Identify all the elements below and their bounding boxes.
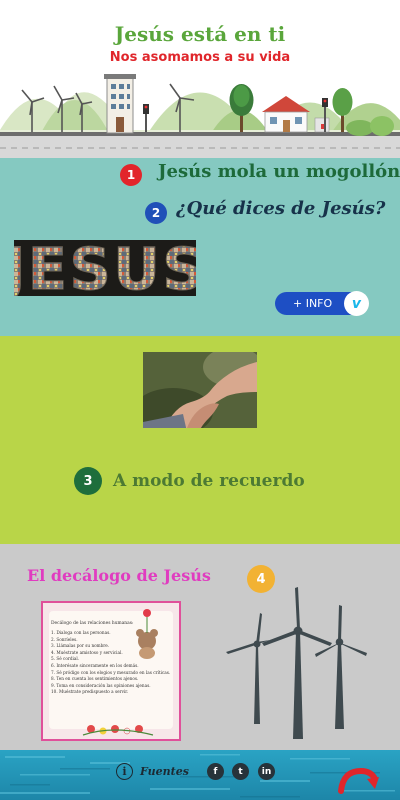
jesus-collage-text: JESUS: [14, 240, 196, 296]
landscape-illustration: [0, 74, 400, 158]
header-banner: Jesús está en ti Nos asomamos a su vida: [0, 0, 400, 158]
page-title: Jesús está en ti: [114, 22, 286, 46]
decalogo-image[interactable]: Decálogo de las relaciones humanas: 1. D…: [41, 601, 181, 741]
heading-jesus-mola[interactable]: Jesús mola un mogollón: [158, 161, 400, 182]
decalogo-list: 1. Dialoga con las personas. 2. Sonríele…: [51, 630, 173, 696]
decalogo-item: 9. Toma en consideración las opiniones a…: [51, 682, 151, 688]
heading-a-modo-de-recuerdo[interactable]: A modo de recuerdo: [113, 471, 305, 491]
decalogo-item: 2. Sonríeles.: [51, 636, 78, 642]
decalogo-title: Decálogo de las relaciones humanas:: [51, 621, 134, 626]
page-subtitle: Nos asomamos a su vida: [109, 50, 291, 65]
badge-number-1: 1: [120, 164, 142, 186]
linkedin-icon[interactable]: in: [258, 763, 275, 780]
heading-que-dices[interactable]: ¿Qué dices de Jesús?: [176, 198, 385, 219]
heading-decalogo[interactable]: El decálogo de Jesús: [27, 566, 211, 585]
footer-bar: i Fuentes f t in: [0, 750, 400, 800]
decalogo-item: 6. Interésate sinceramente en los demás.: [51, 662, 139, 668]
section-decalogo: El decálogo de Jesús 4 Decálogo de las r…: [0, 544, 400, 750]
badge-number-2: 2: [145, 202, 167, 224]
decalogo-item: 8. Ten en cuenta los sentimientos ajenos…: [51, 676, 139, 682]
jesus-collage-image[interactable]: JESUS: [14, 240, 196, 296]
decalogo-item: 3. Llámalas por su nombre.: [51, 643, 110, 649]
wind-turbines-illustration: [226, 587, 367, 739]
badge-number-3: 3: [74, 467, 102, 495]
info-icon[interactable]: i: [116, 763, 133, 780]
decalogo-item: 7. Sé pródigo con los elogios y mesurado…: [51, 669, 171, 675]
twitter-icon[interactable]: t: [232, 763, 249, 780]
decalogo-item: 5. Sé cordial.: [51, 656, 80, 662]
decalogo-item: 4. Muéstrate amistoso y servicial.: [51, 649, 123, 655]
vimeo-icon[interactable]: v: [344, 291, 369, 316]
decalogo-item: 1. Dialoga con las personas.: [51, 630, 111, 635]
sources-link[interactable]: Fuentes: [140, 765, 189, 778]
scroll-top-arrow-icon[interactable]: [337, 765, 379, 795]
section-jesus-mola: 1 Jesús mola un mogollón 2 ¿Qué dices de…: [0, 158, 400, 336]
decalogo-item: 10. Muéstrate predispuesto a servir.: [51, 689, 129, 695]
section-recuerdo: 3 A modo de recuerdo: [0, 336, 400, 544]
holding-hands-photo[interactable]: [143, 352, 257, 428]
facebook-icon[interactable]: f: [207, 763, 224, 780]
